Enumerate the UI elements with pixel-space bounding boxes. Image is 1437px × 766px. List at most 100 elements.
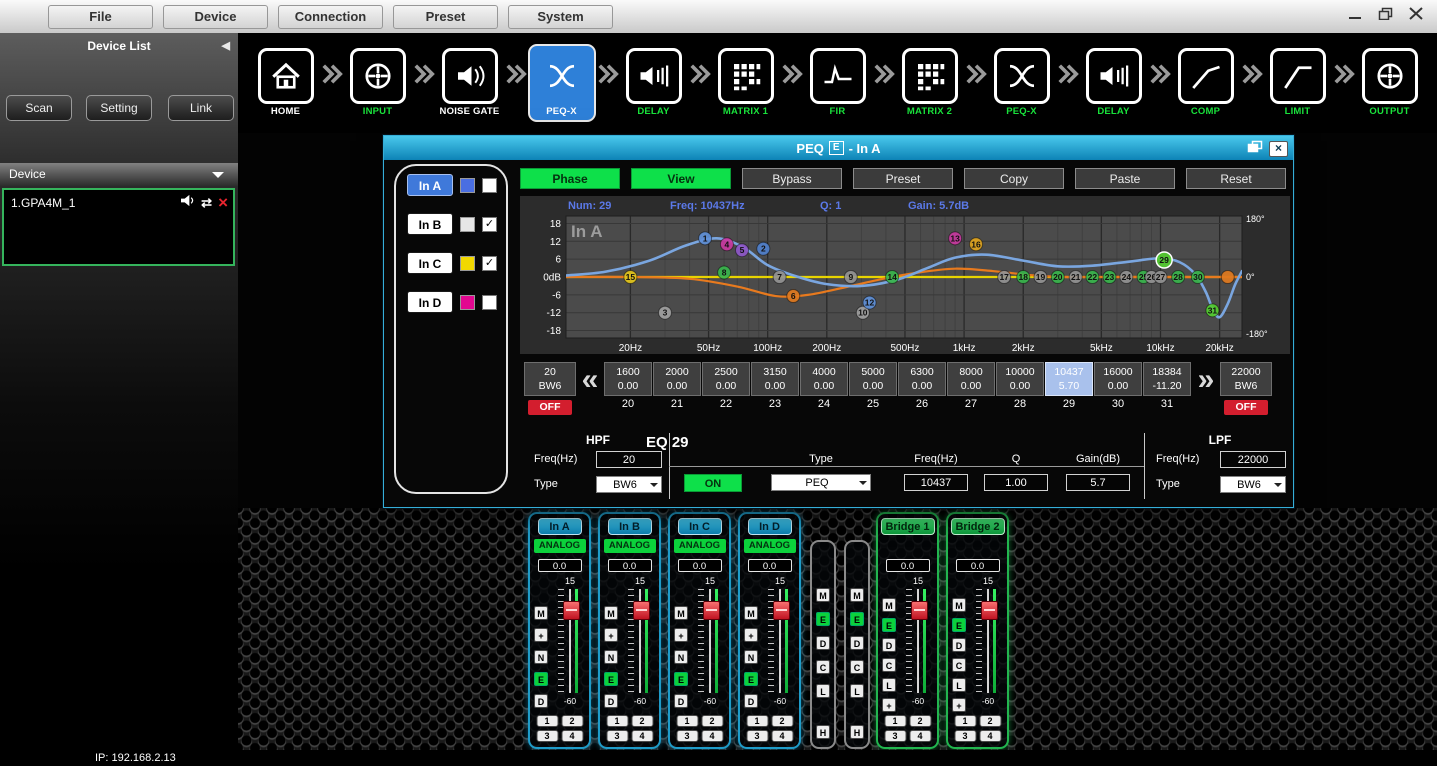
input-source-button[interactable]: ANALOG xyxy=(534,539,586,553)
key-e[interactable]: E xyxy=(816,612,830,626)
band-cell-25[interactable]: 50000.00 xyxy=(849,362,897,396)
eq-marker-30[interactable]: 30 xyxy=(1191,271,1204,284)
menu-preset[interactable]: Preset xyxy=(393,5,498,29)
scroll-bands-left[interactable]: « xyxy=(580,362,600,398)
hpf-band-off-button[interactable]: OFF xyxy=(528,400,572,415)
key-m[interactable]: M xyxy=(850,588,864,602)
pad-4[interactable]: 4 xyxy=(771,730,793,742)
pad-2[interactable]: 2 xyxy=(631,715,653,727)
band-cell-30[interactable]: 160000.00 xyxy=(1094,362,1142,396)
band-cell-29[interactable]: 104375.70 xyxy=(1045,362,1093,396)
gain-value-box[interactable]: 0.0 xyxy=(608,559,652,572)
key-l[interactable]: L xyxy=(850,684,864,698)
toolbar-item-peq-x-8[interactable]: PEQ-X xyxy=(988,44,1056,122)
eq-graph[interactable]: Num: 29Freq: 10437HzQ: 1Gain: 5.7dBIn A1… xyxy=(520,196,1290,354)
pad-3[interactable]: 3 xyxy=(676,730,698,742)
gain-value-box[interactable]: 0.0 xyxy=(538,559,582,572)
device-dropdown[interactable]: Device xyxy=(0,163,238,186)
copy-button[interactable]: Copy xyxy=(964,168,1064,189)
eq-type-select[interactable]: PEQ xyxy=(771,474,871,491)
input-source-button[interactable]: ANALOG xyxy=(744,539,796,553)
key-e[interactable]: E xyxy=(850,612,864,626)
eq-marker-5[interactable]: 5 xyxy=(736,244,749,257)
pad-4[interactable]: 4 xyxy=(631,730,653,742)
band-cell-31[interactable]: 18384-11.20 xyxy=(1143,362,1191,396)
menu-system[interactable]: System xyxy=(508,5,613,29)
key-n[interactable]: N xyxy=(744,650,758,664)
restore-button[interactable] xyxy=(1378,7,1393,20)
pad-3[interactable]: 3 xyxy=(884,730,906,742)
key-m[interactable]: M xyxy=(534,606,548,620)
eq-marker-lpf-handle[interactable] xyxy=(1221,271,1234,284)
hpf-band-cell[interactable]: 20BW6 xyxy=(524,362,576,396)
fader-handle[interactable] xyxy=(773,601,790,620)
eq-marker-12[interactable]: 12 xyxy=(863,296,876,309)
toolbar-item-output-12[interactable]: OUTPUT xyxy=(1356,44,1424,122)
key-m[interactable]: M xyxy=(952,598,966,612)
channel-view-checkbox[interactable]: ✓ xyxy=(482,256,497,271)
gain-value-box[interactable]: 0.0 xyxy=(956,559,1000,572)
toolbar-item-matrix-1-5[interactable]: MATRIX 1 xyxy=(712,44,780,122)
key-d[interactable]: D xyxy=(534,694,548,708)
eq-on-button[interactable]: ON xyxy=(684,474,742,492)
eq-marker-6[interactable]: 6 xyxy=(787,290,800,303)
key-n[interactable]: N xyxy=(534,650,548,664)
input-source-button[interactable]: ANALOG xyxy=(674,539,726,553)
pad-2[interactable]: 2 xyxy=(979,715,1001,727)
pad-4[interactable]: 4 xyxy=(701,730,723,742)
band-cell-27[interactable]: 80000.00 xyxy=(947,362,995,396)
reset-button[interactable]: Reset xyxy=(1186,168,1286,189)
key-l[interactable]: L xyxy=(952,678,966,692)
eq-marker-22[interactable]: 22 xyxy=(1086,271,1099,284)
sidebar-link-button[interactable]: Link xyxy=(168,95,234,121)
toolbar-item-matrix-2-7[interactable]: MATRIX 2 xyxy=(896,44,964,122)
pad-4[interactable]: 4 xyxy=(979,730,1001,742)
channel-view-checkbox[interactable]: ✓ xyxy=(482,217,497,232)
gain-value-box[interactable]: 0.0 xyxy=(748,559,792,572)
lpf-band-cell[interactable]: 22000BW6 xyxy=(1220,362,1272,396)
key-m[interactable]: M xyxy=(744,606,758,620)
eq-marker-16[interactable]: 16 xyxy=(970,238,983,251)
eq-marker-20[interactable]: 20 xyxy=(1051,271,1064,284)
pad-1[interactable]: 1 xyxy=(536,715,558,727)
key-e[interactable]: E xyxy=(882,618,896,632)
pad-1[interactable]: 1 xyxy=(606,715,628,727)
channel-button-in-d[interactable]: In D xyxy=(407,291,453,313)
lpf-band-off-button[interactable]: OFF xyxy=(1224,400,1268,415)
eq-marker-31[interactable]: 31 xyxy=(1206,304,1219,317)
eq-marker-4[interactable]: 4 xyxy=(720,238,733,251)
menu-file[interactable]: File xyxy=(48,5,153,29)
phase-button[interactable]: Phase xyxy=(520,168,620,189)
key-c[interactable]: C xyxy=(816,660,830,674)
eq-gain-field[interactable]: 5.7 xyxy=(1066,474,1130,491)
eq-marker-18[interactable]: 18 xyxy=(1017,271,1030,284)
pad-2[interactable]: 2 xyxy=(909,715,931,727)
band-cell-26[interactable]: 63000.00 xyxy=(898,362,946,396)
input-source-button[interactable]: ANALOG xyxy=(604,539,656,553)
key-m[interactable]: M xyxy=(816,588,830,602)
close-button[interactable] xyxy=(1409,7,1423,20)
key-e[interactable]: E xyxy=(534,672,548,686)
channel-header-bridge-1[interactable]: Bridge 1 xyxy=(880,518,934,535)
pad-2[interactable]: 2 xyxy=(701,715,723,727)
channel-button-in-a[interactable]: In A xyxy=(407,174,453,196)
key-c[interactable]: C xyxy=(850,660,864,674)
pad-3[interactable]: 3 xyxy=(536,730,558,742)
band-cell-28[interactable]: 100000.00 xyxy=(996,362,1044,396)
key-e[interactable]: E xyxy=(604,672,618,686)
key-plus[interactable]: + xyxy=(952,698,966,712)
key-n[interactable]: N xyxy=(674,650,688,664)
band-cell-23[interactable]: 31500.00 xyxy=(751,362,799,396)
key-l[interactable]: L xyxy=(816,684,830,698)
view-button[interactable]: View xyxy=(631,168,731,189)
fader-handle[interactable] xyxy=(911,601,928,620)
key-c[interactable]: C xyxy=(952,658,966,672)
channel-button-in-b[interactable]: In B xyxy=(407,213,453,235)
key-d[interactable]: D xyxy=(816,636,830,650)
remove-device-icon[interactable]: × xyxy=(218,196,228,210)
toolbar-item-delay-4[interactable]: DELAY xyxy=(620,44,688,122)
eq-marker-13[interactable]: 13 xyxy=(949,232,962,245)
channel-header-bridge-2[interactable]: Bridge 2 xyxy=(950,518,1004,535)
key-n[interactable]: N xyxy=(604,650,618,664)
key-plus[interactable]: + xyxy=(882,698,896,712)
